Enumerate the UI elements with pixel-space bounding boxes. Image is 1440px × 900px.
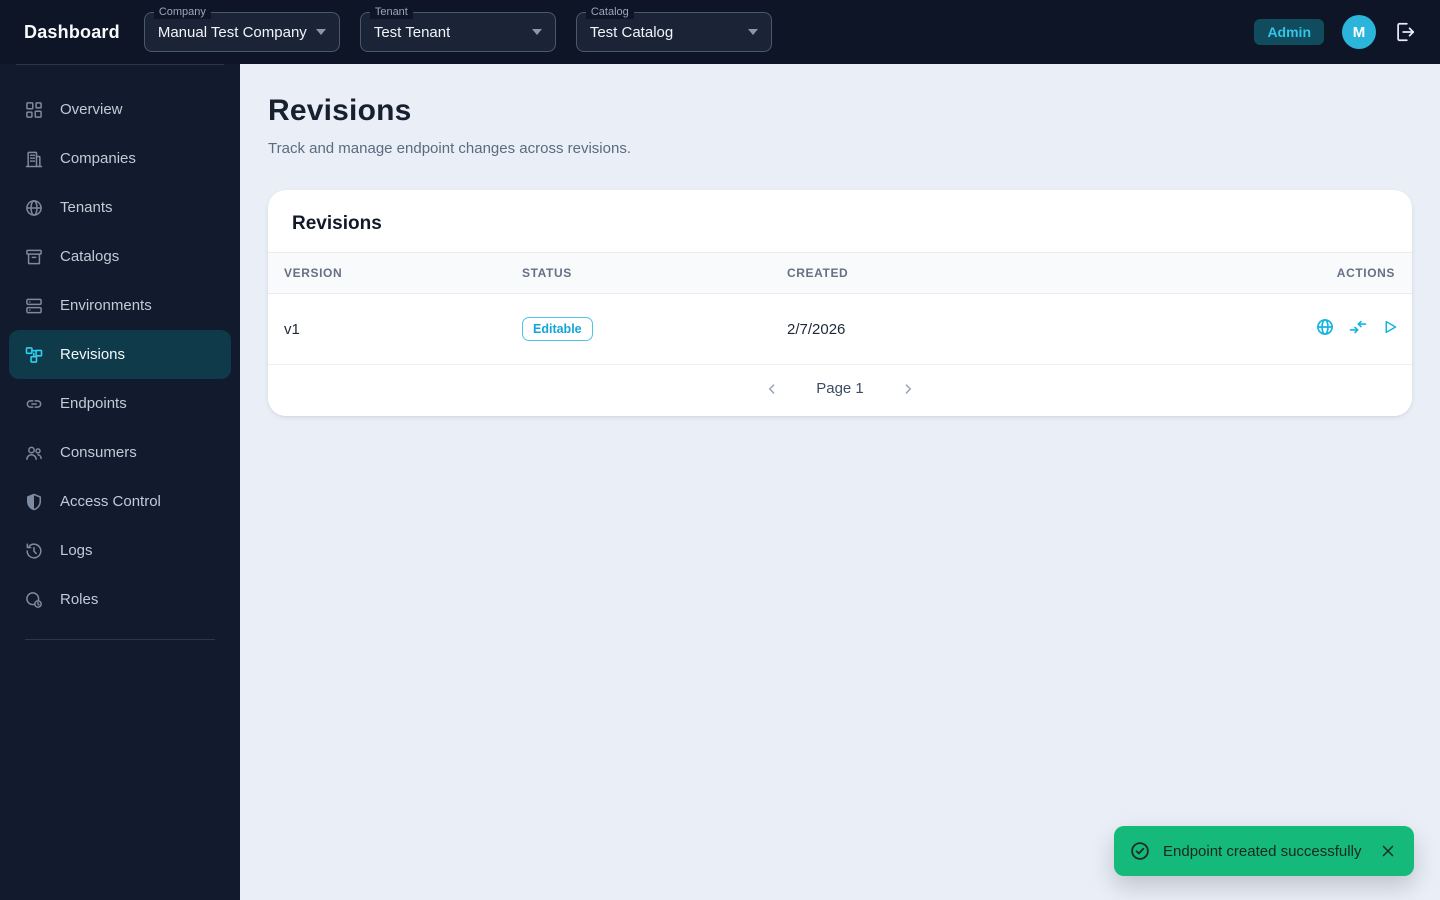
sidebar-item-overview[interactable]: Overview (9, 85, 231, 134)
chevron-down-icon (747, 29, 758, 35)
globe-icon (24, 198, 44, 218)
role-badge-icon (24, 590, 44, 610)
role-badge: Admin (1254, 19, 1324, 45)
sidebar-item-label: Revisions (60, 346, 126, 363)
sidebar-item-companies[interactable]: Companies (9, 134, 231, 183)
sidebar-item-endpoints[interactable]: Endpoints (9, 379, 231, 428)
table-row: v1 Editable 2/7/2026 (268, 293, 1412, 365)
column-header-version: VERSION (268, 252, 506, 294)
main-content: Revisions Track and manage endpoint chan… (240, 64, 1440, 900)
sidebar-item-label: Logs (60, 542, 93, 559)
history-icon (24, 541, 44, 561)
sidebar-item-access-control[interactable]: Access Control (9, 477, 231, 526)
tenant-select-label: Tenant (369, 5, 413, 19)
sidebar-item-label: Roles (60, 591, 99, 608)
app-title: Dashboard (24, 21, 120, 42)
building-icon (24, 149, 44, 169)
play-icon[interactable] (1381, 318, 1399, 336)
column-header-created: CREATED (771, 252, 1242, 294)
table-header-row: VERSION STATUS CREATED ACTIONS (268, 252, 1412, 294)
globe-icon[interactable] (1315, 317, 1335, 337)
card-title: Revisions (292, 213, 382, 234)
sidebar-item-logs[interactable]: Logs (9, 526, 231, 575)
users-icon (24, 443, 44, 463)
company-select-value: Manual Test Company (157, 23, 307, 41)
layout-grid-icon (24, 100, 44, 120)
shield-icon (24, 492, 44, 512)
next-page-button[interactable] (900, 381, 916, 397)
workflow-icon (24, 345, 44, 365)
status-cell: Editable (506, 293, 771, 365)
success-toast: Endpoint created successfully (1114, 826, 1414, 876)
sidebar-item-consumers[interactable]: Consumers (9, 428, 231, 477)
sidebar-item-tenants[interactable]: Tenants (9, 183, 231, 232)
tenant-select[interactable]: Tenant Test Tenant (359, 5, 556, 52)
chevron-down-icon (315, 29, 326, 35)
sidebar: Overview Companies Tenants Catalogs Envi… (0, 64, 240, 900)
catalog-select-value: Test Catalog (589, 23, 674, 41)
catalog-select[interactable]: Catalog Test Catalog (575, 5, 772, 52)
context-selectors: Company Manual Test Company Tenant Test … (143, 5, 772, 52)
link-icon (24, 394, 44, 414)
actions-cell (1242, 293, 1412, 365)
swap-arrows-icon[interactable] (1348, 317, 1368, 337)
page-title: Revisions (268, 94, 412, 127)
toast-message: Endpoint created successfully (1163, 842, 1362, 860)
column-header-status: STATUS (506, 252, 771, 294)
chevron-down-icon (531, 29, 542, 35)
sidebar-item-label: Access Control (60, 493, 161, 510)
server-stack-icon (24, 296, 44, 316)
catalog-select-label: Catalog (585, 5, 634, 19)
page-indicator: Page 1 (816, 380, 864, 397)
sidebar-item-label: Tenants (60, 199, 113, 216)
version-cell: v1 (268, 293, 506, 365)
close-icon[interactable] (1379, 842, 1397, 860)
sidebar-item-catalogs[interactable]: Catalogs (9, 232, 231, 281)
sidebar-item-label: Companies (60, 150, 136, 167)
status-badge: Editable (522, 317, 593, 341)
logout-icon[interactable] (1394, 21, 1416, 43)
revisions-card: Revisions VERSION STATUS CREATED ACTIONS… (268, 190, 1412, 416)
company-select-label: Company (153, 5, 211, 19)
sidebar-item-roles[interactable]: Roles (9, 575, 231, 624)
sidebar-item-environments[interactable]: Environments (9, 281, 231, 330)
top-navbar: Dashboard Company Manual Test Company Te… (0, 0, 1440, 64)
previous-page-button[interactable] (764, 381, 780, 397)
sidebar-item-label: Overview (60, 101, 123, 118)
top-right-controls: Admin M (1254, 15, 1440, 49)
sidebar-bottom-divider (25, 639, 215, 640)
pagination: Page 1 (268, 365, 1412, 416)
company-select[interactable]: Company Manual Test Company (143, 5, 340, 52)
check-circle-icon (1129, 840, 1151, 862)
column-header-actions: ACTIONS (1242, 252, 1412, 294)
tenant-select-value: Test Tenant (373, 23, 451, 41)
page-subtitle: Track and manage endpoint changes across… (268, 140, 631, 157)
created-cell: 2/7/2026 (771, 293, 1242, 365)
sidebar-item-label: Consumers (60, 444, 137, 461)
sidebar-item-label: Environments (60, 297, 152, 314)
sidebar-item-label: Catalogs (60, 248, 120, 265)
archive-box-icon (24, 247, 44, 267)
revisions-table: VERSION STATUS CREATED ACTIONS v1 Editab… (268, 252, 1412, 365)
sidebar-item-revisions[interactable]: Revisions (9, 330, 231, 379)
sidebar-item-label: Endpoints (60, 395, 127, 412)
avatar[interactable]: M (1342, 15, 1376, 49)
